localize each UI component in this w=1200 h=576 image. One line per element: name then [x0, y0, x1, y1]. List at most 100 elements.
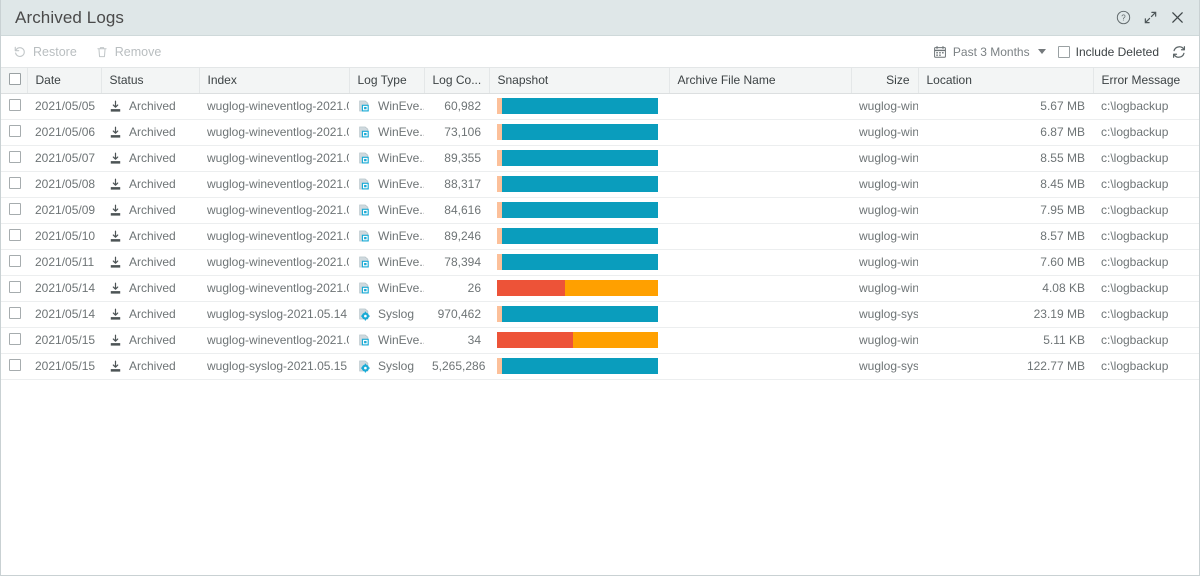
date-range-selector[interactable]: Past 3 Months [933, 45, 1046, 59]
cell-snapshot [489, 249, 851, 276]
row-select-cell[interactable] [1, 93, 27, 120]
table-row[interactable]: 2021/05/06 Archived wuglog-wineventlog-202… [1, 119, 1199, 146]
column-header-size[interactable]: Size [851, 68, 919, 94]
status-label: Archived [129, 333, 176, 347]
cell-date: 2021/05/06 [27, 119, 101, 146]
cell-snapshot [489, 197, 851, 224]
row-checkbox[interactable] [9, 124, 21, 137]
column-header-log-type[interactable]: Log Type [349, 68, 425, 94]
table-row[interactable]: 2021/05/11 Archived wuglog-wineventlog-202… [1, 249, 1199, 276]
snapshot-bar [497, 254, 658, 270]
refresh-icon[interactable] [1171, 44, 1187, 60]
row-checkbox[interactable] [9, 150, 21, 163]
row-checkbox[interactable] [9, 98, 21, 111]
row-checkbox[interactable] [9, 280, 21, 293]
row-select-cell[interactable] [1, 327, 27, 354]
table-row[interactable]: 2021/05/14 Archived wuglog-syslog-2021.05.… [1, 301, 1199, 328]
cell-location: c:\logbackup [1093, 93, 1199, 120]
restore-button[interactable]: Restore [11, 43, 79, 61]
archived-logs-table: Date Status Index Log Type Log Co... Sna… [1, 68, 1199, 380]
wineventlog-icon [357, 177, 371, 191]
archived-logs-table-container[interactable]: Date Status Index Log Type Log Co... Sna… [1, 68, 1199, 575]
cell-location: c:\logbackup [1093, 171, 1199, 198]
status-label: Archived [129, 99, 176, 113]
column-header-error-message[interactable]: Error Message [1093, 68, 1199, 94]
include-deleted-toggle[interactable]: Include Deleted [1057, 45, 1159, 59]
table-row[interactable]: 2021/05/15 Archived wuglog-wineventlog-202… [1, 327, 1199, 354]
action-toolbar: Restore Remove Past 3 Months Include Del… [1, 36, 1199, 68]
cell-archive-file-name: wuglog-syslog-2021.05.14.zip [851, 301, 918, 328]
cell-snapshot [489, 327, 851, 354]
cell-location: c:\logbackup [1093, 301, 1199, 328]
table-row[interactable]: 2021/05/08 Archived wuglog-wineventlog-202… [1, 171, 1199, 198]
snapshot-bar [497, 306, 658, 322]
row-select-cell[interactable] [1, 145, 27, 172]
cell-log-count: 5,265,286 [424, 353, 489, 380]
row-select-cell[interactable] [1, 197, 27, 224]
table-row[interactable]: 2021/05/15 Archived wuglog-syslog-2021.05.… [1, 353, 1199, 380]
cell-size: 5.67 MB [918, 93, 1093, 120]
column-header-status[interactable]: Status [101, 68, 200, 94]
remove-button[interactable]: Remove [93, 43, 164, 61]
cell-archive-file-name: wuglog-wineventlog-2021.05.1... [851, 249, 918, 276]
cell-log-type: WinEve... [349, 145, 424, 172]
column-header-log-count[interactable]: Log Co... [424, 68, 490, 94]
row-select-cell[interactable] [1, 353, 27, 380]
cell-index: wuglog-wineventlog-2021.05.... [199, 145, 349, 172]
include-deleted-checkbox[interactable] [1057, 45, 1070, 58]
row-checkbox[interactable] [9, 358, 21, 371]
status-label: Archived [129, 359, 176, 373]
table-row[interactable]: 2021/05/10 Archived wuglog-wineventlog-202… [1, 223, 1199, 250]
column-header-location[interactable]: Location [918, 68, 1094, 94]
row-select-cell[interactable] [1, 223, 27, 250]
row-checkbox[interactable] [9, 228, 21, 241]
row-checkbox[interactable] [9, 306, 21, 319]
column-header-index[interactable]: Index [199, 68, 350, 94]
cell-log-count: 970,462 [424, 301, 489, 328]
archived-icon [109, 152, 122, 165]
snapshot-bar [497, 124, 658, 140]
cell-size: 8.57 MB [918, 223, 1093, 250]
log-type-label: Syslog [378, 359, 415, 373]
calendar-icon [933, 45, 947, 59]
snapshot-segment-1 [502, 124, 658, 140]
column-header-date[interactable]: Date [27, 68, 102, 94]
select-all-header[interactable] [1, 68, 28, 94]
row-select-cell[interactable] [1, 171, 27, 198]
cell-log-count: 34 [424, 327, 489, 354]
column-header-archive-file-name[interactable]: Archive File Name [669, 68, 852, 94]
table-row[interactable]: 2021/05/14 Archived wuglog-wineventlog-202… [1, 275, 1199, 302]
cell-status: Archived [101, 171, 199, 198]
table-row[interactable]: 2021/05/07 Archived wuglog-wineventlog-202… [1, 145, 1199, 172]
trash-icon [95, 45, 109, 59]
cell-log-count: 88,317 [424, 171, 489, 198]
row-select-cell[interactable] [1, 249, 27, 276]
select-all-checkbox[interactable] [9, 72, 21, 85]
maximize-icon[interactable] [1142, 10, 1158, 26]
column-header-snapshot[interactable]: Snapshot [489, 68, 670, 94]
cell-date: 2021/05/09 [27, 197, 101, 224]
row-checkbox[interactable] [9, 254, 21, 267]
row-select-cell[interactable] [1, 119, 27, 146]
row-select-cell[interactable] [1, 301, 27, 328]
cell-log-type: WinEve... [349, 93, 424, 120]
cell-size: 7.60 MB [918, 249, 1093, 276]
cell-log-type: WinEve... [349, 249, 424, 276]
cell-index: wuglog-syslog-2021.05.15 [199, 353, 349, 380]
cell-log-type: Syslog [349, 353, 424, 380]
archived-icon [109, 256, 122, 269]
row-select-cell[interactable] [1, 275, 27, 302]
cell-archive-file-name: wuglog-wineventlog-2021.05.0... [851, 171, 918, 198]
snapshot-segment-0 [497, 280, 565, 296]
row-checkbox[interactable] [9, 202, 21, 215]
row-checkbox[interactable] [9, 332, 21, 345]
snapshot-bar [497, 358, 658, 374]
cell-snapshot [489, 145, 851, 172]
cell-log-count: 60,982 [424, 93, 489, 120]
table-body: 2021/05/05 Archived wuglog-wineventlog-202… [1, 93, 1199, 380]
close-icon[interactable] [1169, 10, 1185, 26]
row-checkbox[interactable] [9, 176, 21, 189]
table-row[interactable]: 2021/05/05 Archived wuglog-wineventlog-202… [1, 93, 1199, 120]
help-icon[interactable]: ? [1115, 10, 1131, 26]
table-row[interactable]: 2021/05/09 Archived wuglog-wineventlog-202… [1, 197, 1199, 224]
